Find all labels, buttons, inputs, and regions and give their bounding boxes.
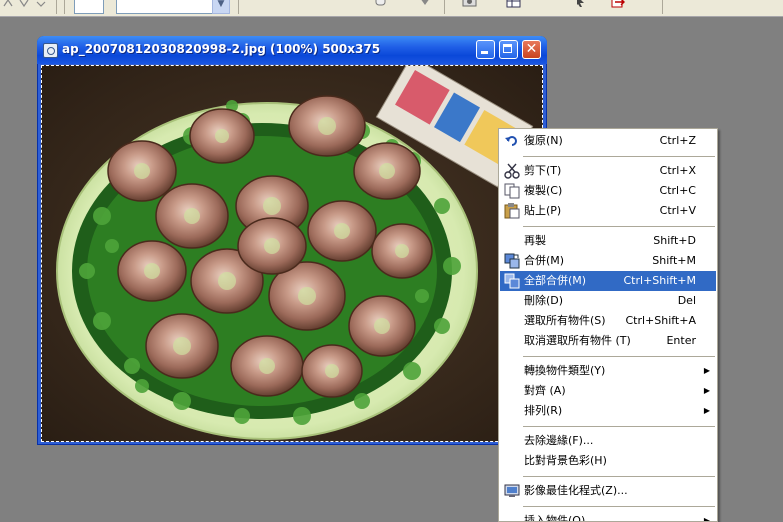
maximize-button[interactable] [499, 40, 518, 59]
menu-item-defringe[interactable]: 去除邊緣(F)... [500, 431, 716, 451]
cursor-icon[interactable] [574, 0, 588, 10]
copy-icon [504, 183, 520, 199]
shape-icon[interactable] [374, 0, 388, 10]
merge-all-icon [504, 273, 520, 289]
context-menu: 復原(N) Ctrl+Z 剪下(T) Ctrl+X 複製(C) Ctrl+C 貼… [498, 128, 718, 522]
close-icon: ✕ [525, 41, 538, 57]
color-swatch[interactable] [74, 0, 104, 14]
scissors-icon [504, 163, 520, 179]
dropdown-icon[interactable] [34, 0, 48, 10]
menu-item-convert-object-type[interactable]: 轉換物件類型(Y) ▶ [500, 361, 716, 381]
toolbar-separator [444, 0, 445, 14]
submenu-arrow-icon: ▶ [703, 516, 710, 522]
toolbar-separator [238, 0, 239, 14]
minimize-icon [481, 51, 488, 54]
menu-separator [523, 476, 715, 477]
submenu-arrow-icon: ▶ [703, 386, 710, 395]
maximize-icon [503, 44, 512, 53]
camera-icon[interactable] [462, 0, 477, 10]
menu-item-merge[interactable]: 合併(M) Shift+M [500, 251, 716, 271]
menu-item-undo[interactable]: 復原(N) Ctrl+Z [500, 131, 716, 151]
image-window: ap_20070812030820998-2.jpg (100%) 500x37… [37, 36, 547, 445]
menu-item-merge-all[interactable]: 全部合併(M) Ctrl+Shift+M [500, 271, 716, 291]
font-combo[interactable] [116, 0, 214, 14]
menu-separator [523, 426, 715, 427]
image-document-icon[interactable] [43, 43, 58, 58]
close-button[interactable]: ✕ [522, 40, 541, 59]
minimize-button[interactable] [476, 40, 495, 59]
menu-item-deselect-all-objects[interactable]: 取消選取所有物件 (T) Enter [500, 331, 716, 351]
menu-item-match-background-color[interactable]: 比對背景色彩(H) [500, 451, 716, 471]
spin-icon[interactable] [18, 0, 32, 10]
optimizer-icon [504, 483, 520, 499]
toolbar: ▼ [0, 0, 783, 17]
image-canvas[interactable] [41, 65, 543, 442]
window-title: ap_20070812030820998-2.jpg (100%) 500x37… [62, 42, 381, 56]
submenu-arrow-icon: ▶ [703, 406, 710, 415]
menu-item-delete[interactable]: 刪除(D) Del [500, 291, 716, 311]
export-icon[interactable] [610, 0, 625, 10]
toolbar-separator [662, 0, 663, 14]
menu-item-duplicate[interactable]: 再製 Shift+D [500, 231, 716, 251]
menu-separator [523, 356, 715, 357]
heart-icon[interactable] [418, 0, 432, 10]
menu-item-arrange[interactable]: 排列(R) ▶ [500, 401, 716, 421]
submenu-arrow-icon: ▶ [703, 366, 710, 375]
menu-item-select-all-objects[interactable]: 選取所有物件(S) Ctrl+Shift+A [500, 311, 716, 331]
menu-separator [523, 156, 715, 157]
merge-icon [504, 253, 520, 269]
menu-item-insert-object[interactable]: 插入物件(O) ▶ [500, 511, 716, 522]
undo-icon [504, 133, 520, 149]
menu-separator [523, 506, 715, 507]
menu-item-image-optimizer[interactable]: 影像最佳化程式(Z)... [500, 481, 716, 501]
paste-icon [504, 203, 520, 219]
menu-item-align[interactable]: 對齊 (A) ▶ [500, 381, 716, 401]
toolbar-separator [56, 0, 57, 14]
menu-item-cut[interactable]: 剪下(T) Ctrl+X [500, 161, 716, 181]
toolbar-separator [64, 0, 65, 14]
menu-separator [523, 226, 715, 227]
spin-icon[interactable] [2, 0, 16, 10]
menu-item-copy[interactable]: 複製(C) Ctrl+C [500, 181, 716, 201]
menu-item-paste[interactable]: 貼上(P) Ctrl+V [500, 201, 716, 221]
font-combo-dropdown[interactable]: ▼ [212, 0, 230, 14]
grid-icon[interactable] [506, 0, 521, 10]
window-titlebar[interactable]: ap_20070812030820998-2.jpg (100%) 500x37… [37, 36, 547, 64]
food-photo [42, 66, 542, 441]
